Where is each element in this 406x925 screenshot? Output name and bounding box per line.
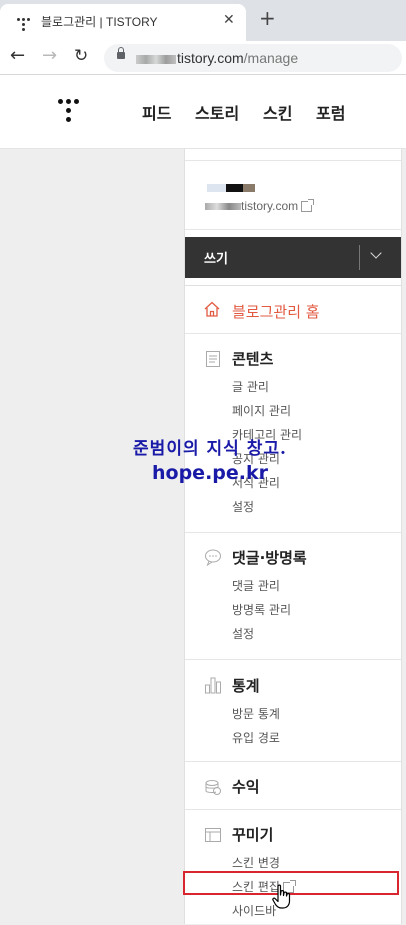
blog-url-text: tistory.com (241, 199, 299, 213)
menu-comment-manage[interactable]: 댓글 관리 (232, 577, 280, 594)
site-header: 피드 스토리 스킨 포럼 (0, 75, 406, 149)
tistory-logo-icon[interactable] (58, 99, 80, 125)
watermark: 준범이의 지식 창고. hope.pe.kr (120, 437, 300, 485)
bar-chart-icon (205, 677, 221, 694)
divider (185, 659, 401, 660)
redacted-subdomain (136, 54, 176, 64)
document-icon (206, 351, 220, 367)
menu-stats-title[interactable]: 통계 (232, 675, 260, 696)
browser-tabbar: 블로그관리 | TISTORY ✕ + (0, 0, 406, 41)
divider (185, 809, 401, 810)
forward-arrow-icon[interactable]: → (42, 46, 57, 66)
divider (185, 761, 401, 762)
manage-menu: 블로그관리 홈 콘텐츠 글 관리 페이지 관리 카테고리 관리 공지 관리 서식… (185, 285, 401, 925)
menu-post-manage[interactable]: 글 관리 (232, 378, 269, 395)
redacted-blog-subdomain (205, 203, 241, 211)
coins-icon (205, 780, 221, 795)
layout-icon (205, 828, 221, 842)
home-icon (204, 301, 220, 317)
reload-icon[interactable]: ↻ (74, 46, 88, 66)
write-divider (359, 245, 360, 270)
browser-tab[interactable]: 블로그관리 | TISTORY ✕ (0, 4, 246, 41)
menu-home[interactable]: 블로그관리 홈 (232, 301, 320, 322)
browser-toolbar: ← → ↻ tistory.com/manage (0, 41, 406, 75)
menu-sidebar[interactable]: 사이드바 (232, 902, 276, 919)
lock-icon (117, 47, 125, 59)
watermark-line1: 준범이의 지식 창고. (133, 439, 287, 459)
manage-sidebar: tistory.com 쓰기 블로그관리 홈 콘텐츠 글 관리 페이지 관리 카… (184, 149, 402, 924)
divider (185, 333, 401, 334)
nav-skin[interactable]: 스킨 (263, 100, 292, 124)
nav-story[interactable]: 스토리 (195, 100, 239, 124)
redacted-blog-name (207, 184, 255, 192)
menu-content-title[interactable]: 콘텐츠 (232, 348, 273, 369)
menu-comments-settings[interactable]: 설정 (232, 625, 254, 642)
url-domain: tistory.com (177, 50, 244, 66)
menu-decorate-title[interactable]: 꾸미기 (232, 824, 273, 845)
watermark-line2: hope.pe.kr (152, 462, 268, 484)
write-label: 쓰기 (204, 252, 228, 267)
menu-comments-title[interactable]: 댓글·방명록 (232, 547, 307, 568)
tistory-favicon-icon (17, 18, 31, 31)
menu-referrer[interactable]: 유입 경로 (232, 729, 280, 746)
blog-url-link[interactable]: tistory.com (205, 199, 315, 213)
url-path: /manage (243, 50, 299, 66)
speech-bubble-icon (205, 549, 221, 566)
chevron-down-icon[interactable] (370, 247, 382, 259)
tab-title: 블로그관리 | TISTORY (41, 15, 158, 29)
write-button[interactable]: 쓰기 (185, 237, 401, 278)
address-bar[interactable]: tistory.com/manage (104, 44, 402, 72)
menu-revenue-title[interactable]: 수익 (232, 776, 260, 797)
divider (185, 229, 401, 230)
menu-page-manage[interactable]: 페이지 관리 (232, 402, 291, 419)
divider (185, 160, 401, 161)
menu-skin-change[interactable]: 스킨 변경 (232, 854, 280, 871)
menu-content-settings[interactable]: 설정 (232, 498, 254, 515)
back-arrow-icon[interactable]: ← (10, 46, 25, 66)
nav-forum[interactable]: 포럼 (316, 100, 345, 124)
url-text: tistory.com/manage (136, 50, 298, 66)
external-link-icon (301, 199, 315, 213)
nav-feed[interactable]: 피드 (142, 100, 171, 124)
new-tab-button[interactable]: + (259, 8, 276, 28)
menu-guestbook-manage[interactable]: 방명록 관리 (232, 601, 291, 618)
divider (185, 532, 401, 533)
close-tab-icon[interactable]: ✕ (223, 12, 235, 28)
hand-cursor-icon (272, 884, 291, 909)
menu-visit-stats[interactable]: 방문 통계 (232, 705, 280, 722)
